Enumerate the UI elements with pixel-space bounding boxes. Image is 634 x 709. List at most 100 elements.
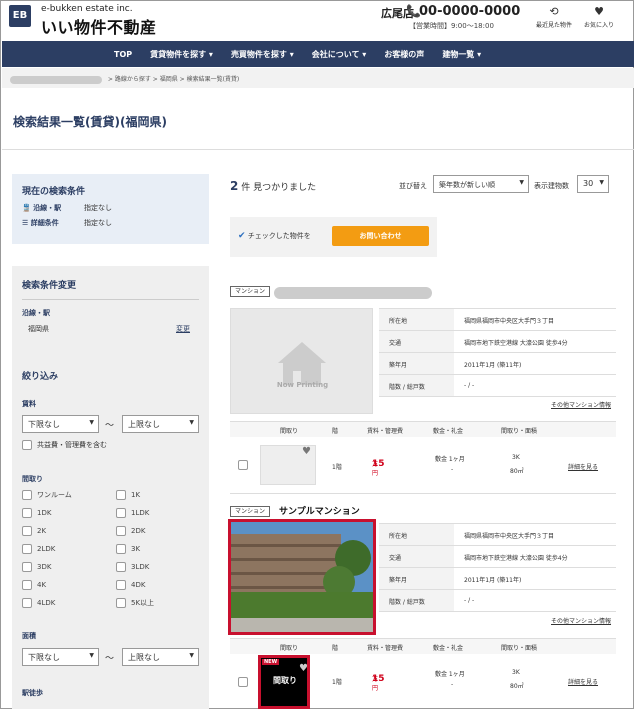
detail-condition-value: 指定なし <box>84 219 112 227</box>
unit-row: ♥ 1階 15 万円 敷金 1ヶ月 - 3K 80㎡ 詳細を見る <box>230 438 616 494</box>
layout-option[interactable]: 1LDK <box>116 508 149 518</box>
global-nav: TOP 賃貸物件を探す ▾ 売買物件を探す ▾ 会社について ▾ お客様の声 建… <box>2 41 634 67</box>
breadcrumb-line[interactable]: > 路線から探す <box>108 76 151 83</box>
layout-option[interactable]: 1DK <box>22 508 51 518</box>
property-info-table: 所在地 福岡県福岡市中央区大手門３丁目 交通 福岡市地下鉄空港線 大濠公園 徒歩4分… <box>379 523 616 612</box>
property-type-tag: マンション <box>230 506 271 517</box>
walk-label: 駅徒歩 <box>22 689 43 697</box>
breadcrumb-current: > 検索結果一覧(賃貸) <box>179 76 240 83</box>
breadcrumb-pref[interactable]: > 福岡県 <box>153 76 178 83</box>
line-condition-label: 🚆 沿線・駅 <box>22 204 62 212</box>
line-label: 沿線・駅 <box>22 309 50 317</box>
more-mansion-info-link[interactable]: その他マンション情報 <box>551 400 611 409</box>
house-placeholder-icon <box>278 342 326 385</box>
layout-option[interactable]: 4LDK <box>22 598 55 608</box>
info-key: 築年月 <box>379 568 454 589</box>
per-page-label: 表示建物数 <box>534 182 569 190</box>
inquiry-button[interactable]: お問い合わせ <box>332 226 429 246</box>
rent-max-select[interactable]: 上限なし <box>122 415 199 433</box>
info-value: 2011年1月 (築11年) <box>464 362 522 369</box>
nav-top[interactable]: TOP <box>114 50 132 59</box>
search-change-title: 検索条件変更 <box>22 281 77 291</box>
favorite-heart-icon[interactable]: ♥ <box>302 446 311 457</box>
list-icon: ☰ <box>22 219 29 227</box>
detail-link[interactable]: 詳細を見る <box>568 462 598 471</box>
info-key: 所在地 <box>379 524 454 545</box>
check-icon: ✔ <box>238 231 246 241</box>
divider <box>2 149 634 150</box>
layout-option[interactable]: ワンルーム <box>22 490 72 500</box>
now-printing-label: Now Printing <box>276 381 329 389</box>
property-name-redacted[interactable] <box>274 287 432 299</box>
layout-option[interactable]: 2LDK <box>22 544 55 554</box>
layout-option[interactable]: 2K <box>22 526 46 536</box>
info-value: 福岡市地下鉄空港線 大濠公園 徒歩4分 <box>464 555 568 562</box>
layout-option[interactable]: 3K <box>116 544 140 554</box>
range-tilde: ～ <box>105 654 115 664</box>
nav-rent[interactable]: 賃貸物件を探す ▾ <box>150 49 213 60</box>
info-key: 所在地 <box>379 309 454 330</box>
new-badge: NEW <box>262 659 280 665</box>
brand-logo-mark[interactable]: EB <box>9 5 31 27</box>
layout-option[interactable]: 1K <box>116 490 140 500</box>
layout-option[interactable]: 3DK <box>22 562 51 572</box>
area-min-select[interactable]: 下限なし <box>22 648 99 666</box>
unit-row: NEW 間取り ♥ 1階 15 万円 敷金 1ヶ月 - 3K 80㎡ 詳細を見る <box>230 655 616 709</box>
sort-select[interactable]: 築年数が新しい順 <box>433 175 529 193</box>
property-name[interactable]: サンプルマンション <box>279 504 360 517</box>
info-value: 福岡県福岡市中央区大手門３丁目 <box>464 318 555 325</box>
layout-option[interactable]: 5K以上 <box>116 598 154 608</box>
info-value: - / - <box>464 382 475 389</box>
info-key: 階数 / 総戸数 <box>379 590 454 611</box>
change-link[interactable]: 変更 <box>176 324 190 334</box>
area-label: 面積 <box>22 632 36 640</box>
layout-option[interactable]: 2DK <box>116 526 145 536</box>
selected-prefecture: 福岡県 <box>28 325 49 333</box>
per-page-select[interactable]: 30 <box>577 175 609 193</box>
sort-label: 並び替え <box>399 182 427 190</box>
detail-link[interactable]: 詳細を見る <box>568 677 598 686</box>
logo-title[interactable]: いい物件不動産 <box>41 14 157 38</box>
current-conditions-title: 現在の検索条件 <box>22 187 86 197</box>
current-conditions-box: 現在の検索条件 🚆 沿線・駅 指定なし ☰ 詳細条件 指定なし <box>12 174 209 244</box>
info-key: 交通 <box>379 331 454 352</box>
more-mansion-info-link[interactable]: その他マンション情報 <box>551 616 611 625</box>
favorites-button[interactable]: ♥ お気に入り <box>579 5 619 29</box>
logo-subtitle: e-bukken estate inc. <box>41 4 133 14</box>
layout-label: 間取り <box>22 475 43 483</box>
madori-label: 間取り <box>273 676 297 685</box>
nav-company[interactable]: 会社について ▾ <box>312 49 367 60</box>
train-icon: 🚆 <box>22 204 31 212</box>
area-max-select[interactable]: 上限なし <box>122 648 199 666</box>
info-key: 交通 <box>379 546 454 567</box>
breadcrumb-home-redacted[interactable] <box>10 75 102 84</box>
unit-select-checkbox[interactable] <box>238 677 248 687</box>
property-info-table: 所在地 福岡県福岡市中央区大手門３丁目 交通 福岡市地下鉄空港線 大濠公園 徒歩4分… <box>379 308 616 397</box>
detail-condition-label: ☰ 詳細条件 <box>22 219 59 227</box>
narrow-title: 絞り込み <box>22 372 59 382</box>
property-photo[interactable] <box>228 519 376 635</box>
unit-select-checkbox[interactable] <box>238 460 248 470</box>
building-photo <box>231 522 373 632</box>
unit-table-header: 間取り 階 賃料・管理費 敷金・礼金 間取り・面積 <box>230 421 616 437</box>
rent-min-select[interactable]: 下限なし <box>22 415 99 433</box>
property-type-tag: マンション <box>230 286 271 297</box>
info-value: 福岡市地下鉄空港線 大濠公園 徒歩4分 <box>464 340 568 347</box>
nav-buy[interactable]: 売買物件を探す ▾ <box>231 49 294 60</box>
breadcrumb: > 路線から探す > 福岡県 > 検索結果一覧(賃貸) <box>2 68 634 88</box>
layout-option[interactable]: 3LDK <box>116 562 149 572</box>
info-value: 福岡県福岡市中央区大手門３丁目 <box>464 533 555 540</box>
phone-number[interactable]: 00-0000-0000 <box>419 4 520 19</box>
property-photo[interactable]: Now Printing <box>230 308 373 414</box>
heart-icon: ♥ <box>594 5 604 18</box>
layout-option[interactable]: 4K <box>22 580 46 590</box>
range-tilde: ～ <box>105 421 115 431</box>
layout-option[interactable]: 4DK <box>116 580 145 590</box>
recent-viewed-button[interactable]: ⟲ 最近見た物件 <box>534 5 574 29</box>
search-change-panel: 検索条件変更 沿線・駅 福岡県 変更 絞り込み 賃料 下限なし ～ 上限なし 共… <box>12 266 209 709</box>
nav-voice[interactable]: お客様の声 <box>384 49 424 60</box>
nav-buildings[interactable]: 建物一覧 ▾ <box>442 49 481 60</box>
common-fee-checkbox[interactable]: 共益費・管理費を含む <box>22 440 107 450</box>
info-value: - / - <box>464 597 475 604</box>
favorite-heart-icon[interactable]: ♥ <box>299 663 308 674</box>
